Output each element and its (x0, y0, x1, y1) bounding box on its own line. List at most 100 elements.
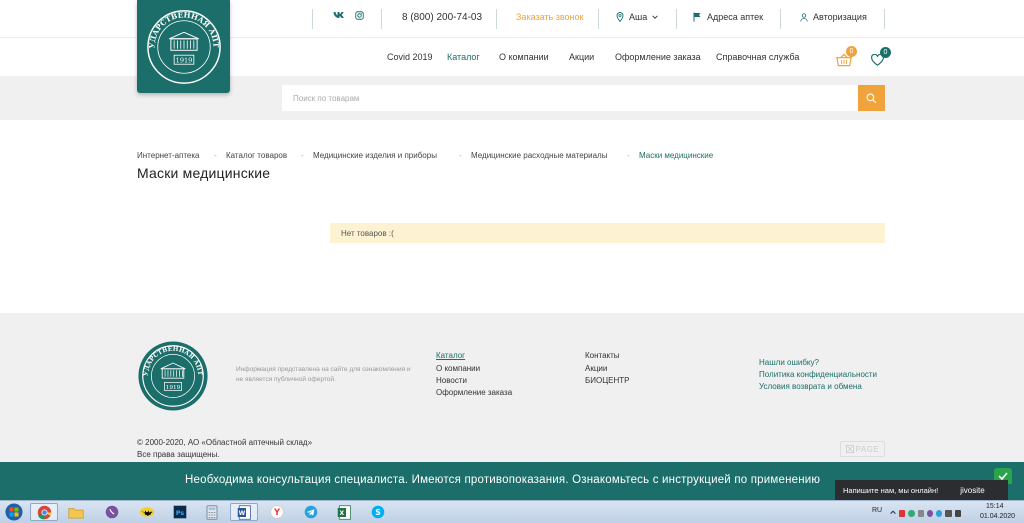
taskbar-telegram[interactable] (297, 503, 325, 521)
breadcrumb-home[interactable]: Интернет-аптека (137, 151, 200, 160)
usb-icon[interactable] (917, 509, 924, 517)
taskbar-batman-app[interactable] (133, 503, 161, 521)
user-icon (800, 12, 808, 22)
windows-logo-icon (5, 503, 23, 521)
taskbar-chrome[interactable] (30, 503, 58, 521)
telegram-tray-icon[interactable] (936, 509, 943, 517)
taskbar-excel[interactable]: X (330, 503, 358, 521)
favorites-button[interactable]: 0 (871, 47, 891, 68)
taskbar-skype[interactable]: S (364, 503, 392, 521)
login-link[interactable]: Авторизация (800, 12, 867, 22)
footer-link-privacy[interactable]: Политика конфиденциальности (759, 370, 877, 379)
footer-link-returns[interactable]: Условия возврата и обмена (759, 382, 862, 391)
excel-icon: X (337, 504, 351, 520)
pharmacies-label: Адреса аптек (707, 12, 764, 22)
footer-link-promotions[interactable]: Акции (585, 364, 607, 373)
cart-count-badge: 0 (846, 46, 857, 57)
volume-icon[interactable] (954, 509, 961, 517)
batman-icon (139, 507, 155, 517)
svg-text:1919: 1919 (175, 56, 192, 64)
city-label: Аша (629, 12, 648, 22)
taskbar-viber[interactable] (98, 503, 126, 521)
clock-date[interactable]: 01.04.2020 (980, 513, 1015, 520)
breadcrumb-separator: - (214, 151, 217, 160)
svg-text:S: S (375, 508, 381, 517)
svg-text:ГОСУДАРСТВЕННАЯ АПТЕКА: ГОСУДАРСТВЕННАЯ АПТЕКА (143, 6, 221, 49)
city-selector[interactable]: Аша (616, 12, 658, 22)
tray-chevron-icon[interactable] (889, 508, 897, 516)
disclaimer-text: Необходима консультация специалиста. Име… (185, 474, 821, 486)
nav-item-checkout[interactable]: Оформление заказа (615, 52, 701, 62)
taskbar-photoshop[interactable]: Ps (166, 503, 194, 521)
chrome-icon (37, 505, 51, 519)
cart-button[interactable]: 0 (836, 46, 857, 68)
search-button[interactable] (858, 85, 885, 111)
flag-icon (693, 12, 701, 22)
page-title: Маски медицинские (137, 165, 271, 181)
instagram-icon[interactable] (355, 11, 364, 20)
rights-text: Все права защищены. (137, 450, 220, 459)
login-label: Авторизация (813, 12, 867, 22)
divider (381, 9, 382, 29)
chat-widget-brand: jivosite (960, 486, 985, 495)
network-icon[interactable] (945, 509, 952, 517)
folder-icon (68, 507, 84, 518)
site-logo[interactable]: ГОСУДАРСТВЕННАЯ АПТЕКА 1919 (137, 0, 230, 93)
taskbar-yandex-browser[interactable]: Y (263, 503, 291, 521)
viber-icon (105, 505, 119, 519)
footer-link-about[interactable]: О компании (436, 364, 480, 373)
breadcrumb-separator: - (459, 151, 462, 160)
footer-link-biocenter[interactable]: БИОЦЕНТР (585, 376, 629, 385)
nav-item-about[interactable]: О компании (499, 52, 549, 62)
divider (312, 9, 313, 29)
telegram-icon (304, 505, 318, 519)
location-pin-icon (616, 12, 624, 22)
chat-widget[interactable]: Напишите нам, мы онлайн! jivosite (835, 480, 1008, 501)
nav-item-promotions[interactable]: Акции (569, 52, 594, 62)
vk-icon[interactable] (333, 11, 344, 19)
nav-item-help[interactable]: Справочная служба (716, 52, 799, 62)
divider (780, 9, 781, 29)
developer-badge[interactable]: PAGE (840, 441, 885, 457)
copyright-text: © 2000-2020, АО «Областной аптечный скла… (137, 438, 313, 447)
divider (496, 9, 497, 29)
svg-text:X: X (339, 510, 344, 517)
breadcrumb-consumables[interactable]: Медицинские расходные материалы (471, 151, 607, 160)
breadcrumb-catalog[interactable]: Каталог товаров (226, 151, 287, 160)
footer-link-report-error[interactable]: Нашли ошибку? (759, 358, 819, 367)
svg-text:1919: 1919 (166, 385, 181, 391)
calculator-icon (206, 504, 218, 520)
word-icon: W (237, 504, 251, 520)
footer-link-contacts[interactable]: Контакты (585, 351, 620, 360)
clock-time[interactable]: 15:14 (986, 503, 1004, 510)
nav-item-covid[interactable]: Covid 2019 (387, 52, 433, 62)
start-button[interactable] (3, 502, 25, 522)
footer-logo[interactable]: ГОСУДАРСТВЕННАЯ АПТЕКА 1919 (137, 340, 209, 412)
svg-text:Y: Y (273, 507, 281, 517)
footer-link-checkout[interactable]: Оформление заказа (436, 388, 512, 397)
security-shield-icon[interactable] (908, 509, 915, 517)
footer-link-news[interactable]: Новости (436, 376, 467, 385)
taskbar-calculator[interactable] (198, 503, 226, 521)
nav-item-catalog[interactable]: Каталог (447, 52, 480, 62)
developer-badge-label: PAGE (855, 444, 880, 454)
favorites-count-badge: 0 (880, 47, 891, 58)
viber-tray-icon[interactable] (926, 509, 934, 517)
phone-link[interactable]: 8 (800) 200-74-03 (402, 12, 482, 23)
photoshop-icon: Ps (173, 505, 187, 519)
search-input[interactable] (282, 85, 859, 111)
skype-icon: S (371, 505, 385, 519)
pharmacies-link[interactable]: Адреса аптек (693, 12, 763, 22)
footer-link-catalog[interactable]: Каталог (436, 351, 465, 360)
keyboard-language[interactable]: RU (872, 507, 882, 514)
taskbar-explorer[interactable] (62, 503, 90, 521)
breadcrumb-medical-devices[interactable]: Медицинские изделия и приборы (313, 151, 437, 160)
taskbar-word[interactable]: W (230, 503, 258, 521)
divider (676, 9, 677, 29)
callback-link[interactable]: Заказать звонок (516, 12, 583, 22)
divider (598, 9, 599, 29)
footer-info: Информация представлена на сайте для озн… (236, 366, 411, 383)
antivirus-icon[interactable] (899, 509, 906, 517)
footer-copyright: © 2000-2020, АО «Областной аптечный скла… (137, 437, 312, 461)
divider (884, 9, 885, 29)
